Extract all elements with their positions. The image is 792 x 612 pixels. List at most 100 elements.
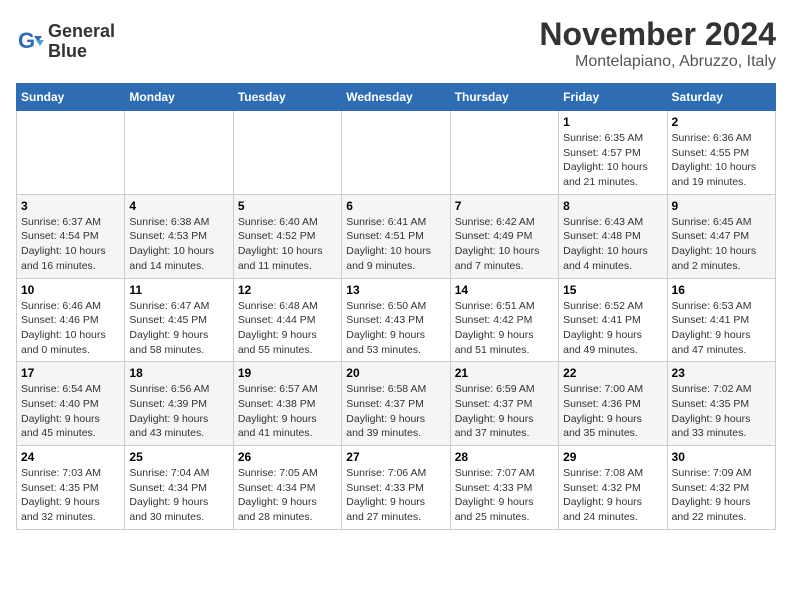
calendar-cell: 16 Sunrise: 6:53 AM Sunset: 4:41 PM Dayli… bbox=[667, 278, 775, 362]
weekday-header: Thursday bbox=[450, 84, 558, 111]
day-number: 22 bbox=[563, 366, 662, 380]
day-info: Sunrise: 6:37 AM Sunset: 4:54 PM Dayligh… bbox=[21, 215, 120, 274]
day-number: 16 bbox=[672, 283, 771, 297]
calendar-week-row: 1Sunrise: 6:35 AM Sunset: 4:57 PM Daylig… bbox=[17, 111, 776, 195]
day-number: 21 bbox=[455, 366, 554, 380]
day-number: 4 bbox=[129, 199, 228, 213]
calendar-cell: 4 Sunrise: 6:38 AM Sunset: 4:53 PM Daylig… bbox=[125, 194, 233, 278]
day-info: Sunrise: 6:46 AM Sunset: 4:46 PM Dayligh… bbox=[21, 299, 120, 358]
day-info: Sunrise: 6:36 AM Sunset: 4:55 PM Dayligh… bbox=[672, 131, 771, 190]
calendar-cell bbox=[17, 111, 125, 195]
logo-line1: General bbox=[48, 22, 115, 42]
calendar-cell: 12 Sunrise: 6:48 AM Sunset: 4:44 PM Dayli… bbox=[233, 278, 341, 362]
calendar-week-row: 3 Sunrise: 6:37 AM Sunset: 4:54 PM Daylig… bbox=[17, 194, 776, 278]
day-number: 5 bbox=[238, 199, 337, 213]
day-number: 29 bbox=[563, 450, 662, 464]
day-info: Sunrise: 6:54 AM Sunset: 4:40 PM Dayligh… bbox=[21, 382, 120, 441]
day-info: Sunrise: 6:52 AM Sunset: 4:41 PM Dayligh… bbox=[563, 299, 662, 358]
day-info: Sunrise: 7:08 AM Sunset: 4:32 PM Dayligh… bbox=[563, 466, 662, 525]
calendar-cell bbox=[125, 111, 233, 195]
day-info: Sunrise: 7:02 AM Sunset: 4:35 PM Dayligh… bbox=[672, 382, 771, 441]
day-number: 30 bbox=[672, 450, 771, 464]
calendar-cell: 7 Sunrise: 6:42 AM Sunset: 4:49 PM Daylig… bbox=[450, 194, 558, 278]
day-number: 13 bbox=[346, 283, 445, 297]
day-info: Sunrise: 6:45 AM Sunset: 4:47 PM Dayligh… bbox=[672, 215, 771, 274]
calendar-cell: 19 Sunrise: 6:57 AM Sunset: 4:38 PM Dayli… bbox=[233, 362, 341, 446]
calendar-cell: 8Sunrise: 6:43 AM Sunset: 4:48 PM Daylig… bbox=[559, 194, 667, 278]
day-info: Sunrise: 7:09 AM Sunset: 4:32 PM Dayligh… bbox=[672, 466, 771, 525]
weekday-header: Wednesday bbox=[342, 84, 450, 111]
calendar-cell: 22 Sunrise: 7:00 AM Sunset: 4:36 PM Dayli… bbox=[559, 362, 667, 446]
logo-icon: G bbox=[16, 28, 44, 56]
calendar-cell: 25 Sunrise: 7:04 AM Sunset: 4:34 PM Dayli… bbox=[125, 446, 233, 530]
weekday-header: Monday bbox=[125, 84, 233, 111]
calendar-cell: 17 Sunrise: 6:54 AM Sunset: 4:40 PM Dayli… bbox=[17, 362, 125, 446]
day-number: 19 bbox=[238, 366, 337, 380]
day-number: 17 bbox=[21, 366, 120, 380]
calendar-cell: 18Sunrise: 6:56 AM Sunset: 4:39 PM Dayli… bbox=[125, 362, 233, 446]
day-info: Sunrise: 6:40 AM Sunset: 4:52 PM Dayligh… bbox=[238, 215, 337, 274]
day-info: Sunrise: 7:04 AM Sunset: 4:34 PM Dayligh… bbox=[129, 466, 228, 525]
calendar-cell: 1Sunrise: 6:35 AM Sunset: 4:57 PM Daylig… bbox=[559, 111, 667, 195]
day-number: 26 bbox=[238, 450, 337, 464]
calendar-cell: 3 Sunrise: 6:37 AM Sunset: 4:54 PM Daylig… bbox=[17, 194, 125, 278]
day-info: Sunrise: 6:41 AM Sunset: 4:51 PM Dayligh… bbox=[346, 215, 445, 274]
calendar-cell: 21 Sunrise: 6:59 AM Sunset: 4:37 PM Dayli… bbox=[450, 362, 558, 446]
weekday-header: Friday bbox=[559, 84, 667, 111]
calendar-cell: 5 Sunrise: 6:40 AM Sunset: 4:52 PM Daylig… bbox=[233, 194, 341, 278]
day-number: 15 bbox=[563, 283, 662, 297]
day-info: Sunrise: 6:53 AM Sunset: 4:41 PM Dayligh… bbox=[672, 299, 771, 358]
calendar-table: SundayMondayTuesdayWednesdayThursdayFrid… bbox=[16, 83, 776, 530]
day-info: Sunrise: 7:00 AM Sunset: 4:36 PM Dayligh… bbox=[563, 382, 662, 441]
calendar-cell bbox=[450, 111, 558, 195]
day-info: Sunrise: 6:57 AM Sunset: 4:38 PM Dayligh… bbox=[238, 382, 337, 441]
calendar-cell: 9Sunrise: 6:45 AM Sunset: 4:47 PM Daylig… bbox=[667, 194, 775, 278]
weekday-header-row: SundayMondayTuesdayWednesdayThursdayFrid… bbox=[17, 84, 776, 111]
calendar-cell bbox=[342, 111, 450, 195]
logo: G General Blue bbox=[16, 22, 115, 62]
day-number: 25 bbox=[129, 450, 228, 464]
svg-text:G: G bbox=[18, 28, 35, 53]
day-number: 24 bbox=[21, 450, 120, 464]
day-info: Sunrise: 7:03 AM Sunset: 4:35 PM Dayligh… bbox=[21, 466, 120, 525]
weekday-header: Saturday bbox=[667, 84, 775, 111]
calendar-cell: 20 Sunrise: 6:58 AM Sunset: 4:37 PM Dayli… bbox=[342, 362, 450, 446]
day-info: Sunrise: 6:48 AM Sunset: 4:44 PM Dayligh… bbox=[238, 299, 337, 358]
day-number: 28 bbox=[455, 450, 554, 464]
calendar-cell: 28Sunrise: 7:07 AM Sunset: 4:33 PM Dayli… bbox=[450, 446, 558, 530]
weekday-header: Sunday bbox=[17, 84, 125, 111]
day-number: 14 bbox=[455, 283, 554, 297]
day-number: 27 bbox=[346, 450, 445, 464]
logo-text: General Blue bbox=[48, 22, 115, 62]
calendar-cell: 26 Sunrise: 7:05 AM Sunset: 4:34 PM Dayli… bbox=[233, 446, 341, 530]
day-number: 20 bbox=[346, 366, 445, 380]
day-number: 11 bbox=[129, 283, 228, 297]
calendar-cell: 10 Sunrise: 6:46 AM Sunset: 4:46 PM Dayli… bbox=[17, 278, 125, 362]
day-number: 6 bbox=[346, 199, 445, 213]
day-info: Sunrise: 7:05 AM Sunset: 4:34 PM Dayligh… bbox=[238, 466, 337, 525]
calendar-cell: 15 Sunrise: 6:52 AM Sunset: 4:41 PM Dayli… bbox=[559, 278, 667, 362]
day-number: 23 bbox=[672, 366, 771, 380]
day-number: 10 bbox=[21, 283, 120, 297]
calendar-cell: 11 Sunrise: 6:47 AM Sunset: 4:45 PM Dayli… bbox=[125, 278, 233, 362]
day-info: Sunrise: 6:42 AM Sunset: 4:49 PM Dayligh… bbox=[455, 215, 554, 274]
day-info: Sunrise: 6:59 AM Sunset: 4:37 PM Dayligh… bbox=[455, 382, 554, 441]
day-number: 12 bbox=[238, 283, 337, 297]
day-number: 3 bbox=[21, 199, 120, 213]
calendar-subtitle: Montelapiano, Abruzzo, Italy bbox=[539, 53, 776, 71]
day-info: Sunrise: 6:38 AM Sunset: 4:53 PM Dayligh… bbox=[129, 215, 228, 274]
calendar-week-row: 10 Sunrise: 6:46 AM Sunset: 4:46 PM Dayli… bbox=[17, 278, 776, 362]
day-info: Sunrise: 6:51 AM Sunset: 4:42 PM Dayligh… bbox=[455, 299, 554, 358]
calendar-cell bbox=[233, 111, 341, 195]
title-block: November 2024 Montelapiano, Abruzzo, Ita… bbox=[539, 16, 776, 71]
header: G General Blue November 2024 Montelapian… bbox=[16, 16, 776, 71]
day-info: Sunrise: 6:47 AM Sunset: 4:45 PM Dayligh… bbox=[129, 299, 228, 358]
day-number: 7 bbox=[455, 199, 554, 213]
calendar-cell: 23 Sunrise: 7:02 AM Sunset: 4:35 PM Dayli… bbox=[667, 362, 775, 446]
calendar-cell: 14 Sunrise: 6:51 AM Sunset: 4:42 PM Dayli… bbox=[450, 278, 558, 362]
day-info: Sunrise: 6:35 AM Sunset: 4:57 PM Dayligh… bbox=[563, 131, 662, 190]
day-info: Sunrise: 6:58 AM Sunset: 4:37 PM Dayligh… bbox=[346, 382, 445, 441]
calendar-week-row: 17 Sunrise: 6:54 AM Sunset: 4:40 PM Dayli… bbox=[17, 362, 776, 446]
day-info: Sunrise: 6:43 AM Sunset: 4:48 PM Dayligh… bbox=[563, 215, 662, 274]
calendar-cell: 30 Sunrise: 7:09 AM Sunset: 4:32 PM Dayli… bbox=[667, 446, 775, 530]
